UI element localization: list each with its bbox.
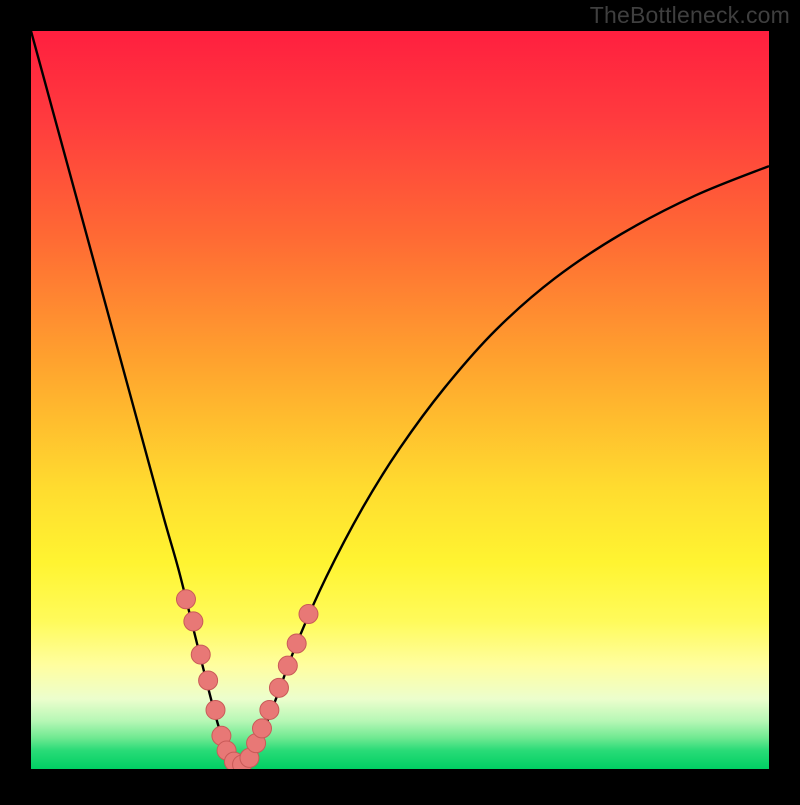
- sample-dot: [278, 656, 297, 675]
- sample-dot: [176, 590, 195, 609]
- bottleneck-chart: [0, 0, 800, 800]
- sample-dot: [287, 634, 306, 653]
- sample-dot: [269, 678, 288, 697]
- sample-dot: [184, 612, 203, 631]
- plot-background: [31, 31, 769, 769]
- sample-dot: [260, 700, 279, 719]
- chart-container: TheBottleneck.com: [0, 0, 800, 800]
- sample-dot: [252, 719, 271, 738]
- watermark-text: TheBottleneck.com: [590, 2, 790, 29]
- sample-dot: [191, 645, 210, 664]
- sample-dot: [299, 605, 318, 624]
- sample-dot: [206, 700, 225, 719]
- sample-dot: [199, 671, 218, 690]
